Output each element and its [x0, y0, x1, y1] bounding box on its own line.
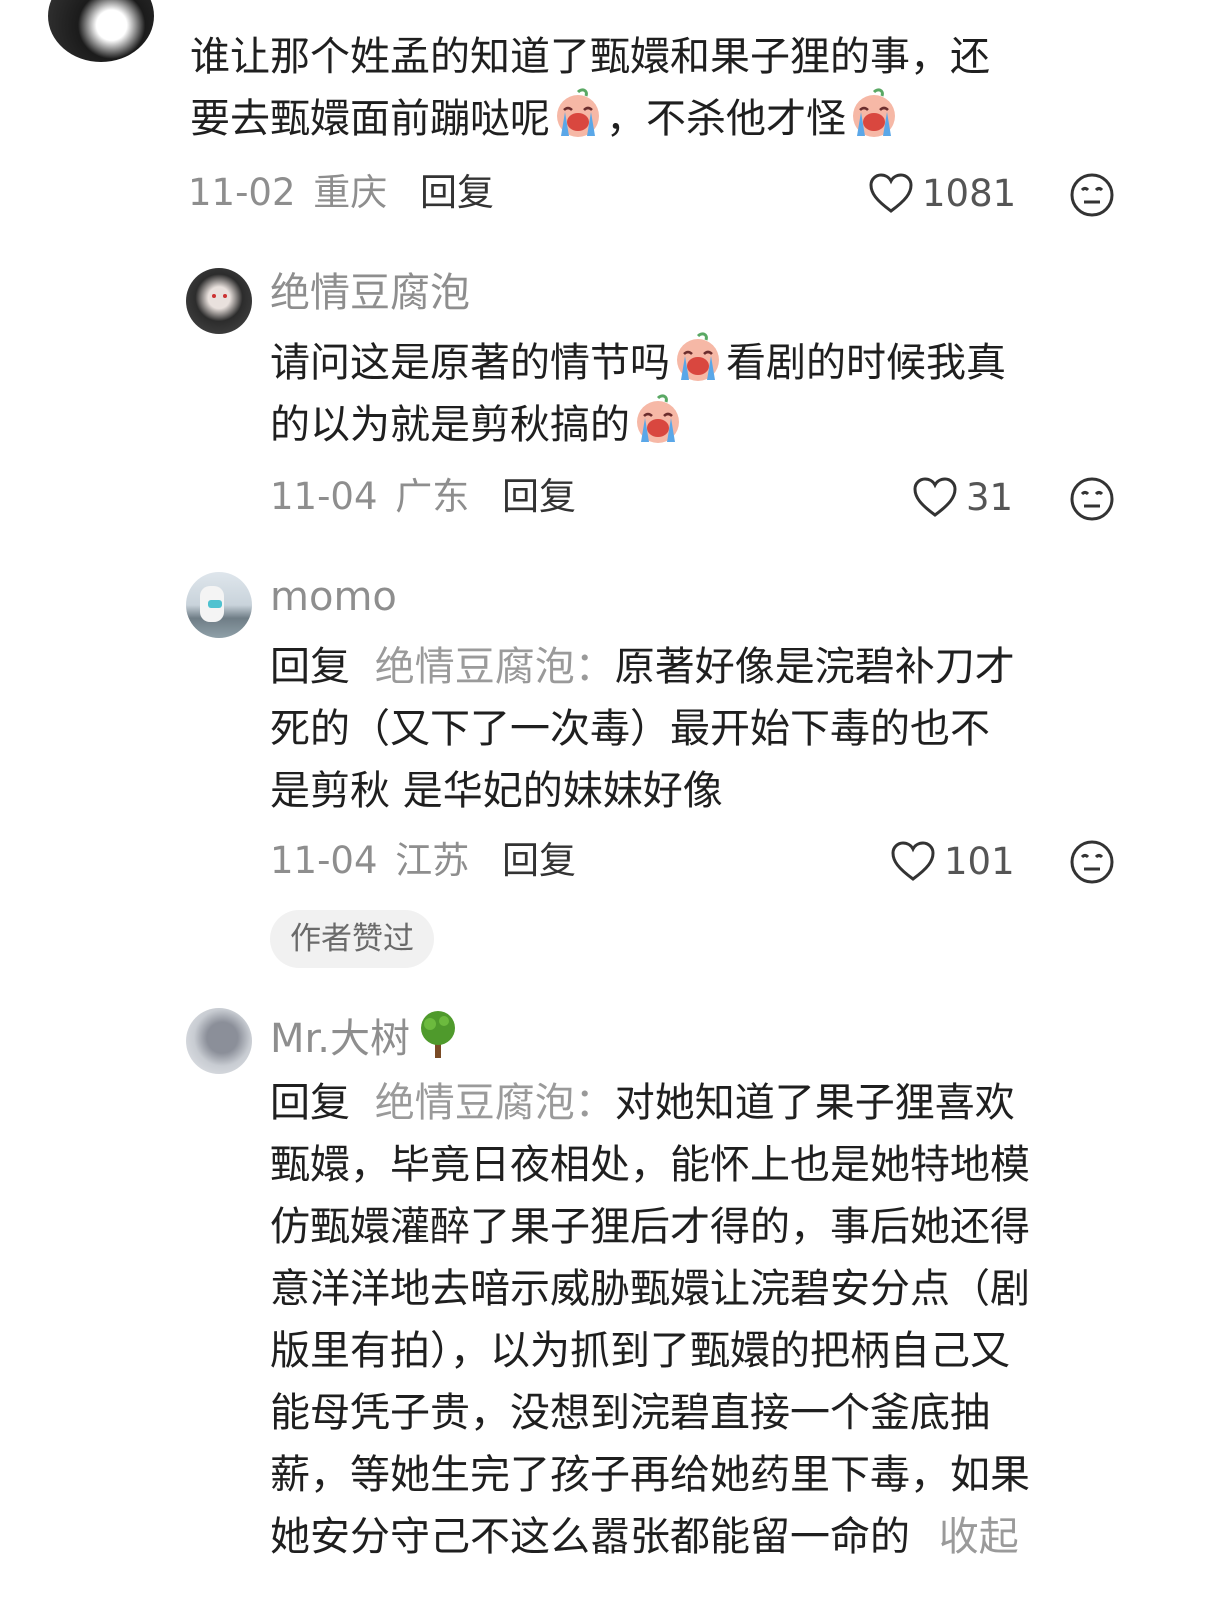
comment-line: 的以为就是剪秋搞的	[270, 402, 630, 448]
reply-target[interactable]: 绝情豆腐泡：	[375, 644, 615, 690]
reply-button[interactable]: 回复	[502, 836, 576, 886]
like-button[interactable]: 101	[890, 836, 1015, 886]
crying-face-emoji	[848, 88, 900, 140]
comment-date: 11-02	[188, 171, 296, 214]
comment-line: 她安分守己不这么嚣张都能留一命的	[270, 1514, 910, 1560]
comment-date: 11-04	[270, 475, 378, 518]
like-button[interactable]: 1081	[868, 168, 1016, 218]
crying-face-emoji	[552, 88, 604, 140]
comment-text: 回复 绝情豆腐泡：原著好像是浣碧补刀才 死的（又下了一次毒）最开始下毒的也不 是…	[270, 636, 1015, 822]
comment-line: 仿甄嬛灌醉了果子狸后才得的，事后她还得	[270, 1204, 1030, 1250]
comment-text: 回复 绝情豆腐泡：对她知道了果子狸喜欢 甄嬛，毕竟日夜相处，能怀上也是她特地模 …	[270, 1072, 1030, 1568]
comment-line: 对她知道了果子狸喜欢	[614, 1080, 1015, 1126]
like-button[interactable]: 31	[912, 472, 1013, 522]
like-count: 1081	[922, 171, 1017, 215]
collapse-link[interactable]: 收起	[939, 1514, 1019, 1560]
reply-prefix: 回复	[270, 1080, 350, 1126]
comment-line: 是剪秋 是华妃的妹妹好像	[270, 768, 723, 814]
comment-location: 江苏	[395, 839, 470, 882]
comment-line: ，不杀他才怪	[606, 96, 846, 142]
comment-line: 薪，等她生完了孩子再给她药里下毒，如果	[270, 1452, 1030, 1498]
user-avatar[interactable]	[186, 268, 252, 334]
user-avatar[interactable]	[48, 0, 154, 62]
neutral-face-icon[interactable]	[1069, 476, 1115, 522]
comment-line: 要去甄嬛面前蹦哒呢	[190, 96, 550, 142]
neutral-face-icon[interactable]	[1069, 172, 1115, 218]
comment-line: 能母凭子贵，没想到浣碧直接一个釜底抽	[270, 1390, 990, 1436]
comment-date: 11-04	[270, 839, 378, 882]
tree-emoji	[421, 1011, 455, 1058]
username[interactable]: momo	[270, 572, 397, 622]
comment-line: 原著好像是浣碧补刀才	[614, 644, 1015, 690]
comment-location: 重庆	[313, 171, 388, 214]
comment-text: 谁让那个姓孟的知道了甄嬛和果子狸的事，还 要去甄嬛面前蹦哒呢 ，不杀他才怪	[190, 26, 990, 150]
reply-prefix: 回复	[270, 644, 350, 690]
comment-line: 死的（又下了一次毒）最开始下毒的也不	[270, 706, 990, 752]
like-count: 31	[966, 475, 1014, 519]
crying-face-emoji	[632, 394, 684, 446]
comment-line: 意洋洋地去暗示威胁甄嬛让浣碧安分点（剧	[270, 1266, 1030, 1312]
comment-line: 版里有拍），以为抓到了甄嬛的把柄自己又	[270, 1328, 1010, 1374]
neutral-face-icon[interactable]	[1069, 839, 1115, 885]
reply-button[interactable]: 回复	[502, 472, 576, 522]
username[interactable]: Mr.大树	[270, 1008, 462, 1064]
comment-text: 请问这是原著的情节吗 看剧的时候我真 的以为就是剪秋搞的	[270, 332, 1006, 456]
comment-meta: 11-04 江苏	[270, 836, 469, 886]
author-liked-badge: 作者赞过	[270, 910, 434, 968]
heart-outline-icon	[891, 841, 935, 881]
comment-line: 请问这是原著的情节吗	[270, 340, 670, 386]
heart-outline-icon	[913, 477, 957, 517]
user-avatar[interactable]	[186, 1008, 252, 1074]
heart-outline-icon	[869, 173, 913, 213]
user-avatar[interactable]	[186, 572, 252, 638]
crying-face-emoji	[672, 332, 724, 384]
comment-line: 看剧的时候我真	[726, 340, 1006, 386]
comment-meta: 11-02 重庆	[188, 168, 387, 218]
comment-line: 谁让那个姓孟的知道了甄嬛和果子狸的事，还	[190, 34, 990, 80]
comment-meta: 11-04 广东	[270, 472, 469, 522]
reply-target[interactable]: 绝情豆腐泡：	[375, 1080, 615, 1126]
comment-location: 广东	[395, 475, 470, 518]
reply-button[interactable]: 回复	[420, 168, 494, 218]
like-count: 101	[944, 839, 1015, 883]
username-text: Mr.大树	[270, 1016, 410, 1062]
comment-line: 甄嬛，毕竟日夜相处，能怀上也是她特地模	[270, 1142, 1030, 1188]
username[interactable]: 绝情豆腐泡	[270, 268, 470, 318]
